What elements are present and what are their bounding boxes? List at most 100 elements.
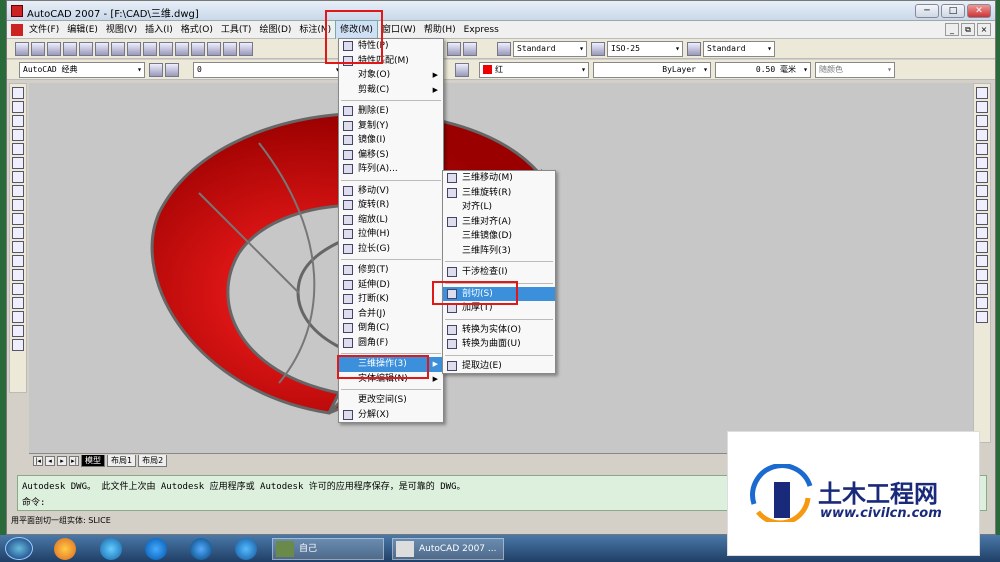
zoom-icon[interactable] [239,42,253,56]
rotate-icon[interactable] [976,171,988,183]
menu-view[interactable]: 视图(V) [102,21,141,39]
stretch-icon[interactable] [976,199,988,211]
pan-icon[interactable] [223,42,237,56]
menu-modify[interactable]: 修改(M) [335,19,378,40]
open-icon[interactable] [31,42,45,56]
insert-block-icon[interactable] [12,241,24,253]
layer-previous-icon[interactable] [455,63,469,77]
task-self[interactable]: 自己 [272,538,384,560]
chamfer-icon[interactable] [976,283,988,295]
publish-icon[interactable] [95,42,109,56]
cut-icon[interactable] [111,42,125,56]
color-select[interactable]: 红 [479,62,589,78]
circle-icon[interactable] [12,171,24,183]
tab-layout1[interactable]: 布局1 [107,454,137,467]
menu-item-convert-to-solid[interactable]: 转换为实体(O) [443,323,555,338]
mtext-icon[interactable] [12,339,24,351]
menu-item-align[interactable]: 对齐(L) [443,200,555,215]
menu-item-offset[interactable]: 偏移(S) [339,148,443,163]
first-tab-icon[interactable]: |◂ [33,455,43,466]
menu-item-3darray[interactable]: 三维阵列(3) [443,244,555,259]
maximize-button[interactable]: □ [941,4,965,18]
menu-item-break[interactable]: 打断(K) [339,292,443,307]
menu-item-chamfer[interactable]: 倒角(C) [339,321,443,336]
task-autocad[interactable]: AutoCAD 2007 ... [392,538,504,560]
menu-item-object[interactable]: 对象(O) ▶ [339,68,443,83]
construction-line-icon[interactable] [12,101,24,113]
menu-item-change-space[interactable]: 更改空间(S) [339,393,443,408]
trim-icon[interactable] [976,213,988,225]
menu-item-convert-to-surface[interactable]: 转换为曲面(U) [443,337,555,352]
menu-file[interactable]: 文件(F) [25,21,63,39]
hatch-icon[interactable] [12,283,24,295]
doc-close-button[interactable]: × [977,23,991,36]
extend-icon[interactable] [976,227,988,239]
tab-model[interactable]: 模型 [81,454,105,467]
menu-item-extract-edges[interactable]: 提取边(E) [443,359,555,374]
table-style-select[interactable]: Standard [703,41,775,57]
undo-icon[interactable] [191,42,205,56]
menu-item-lengthen[interactable]: 拉长(G) [339,242,443,257]
menu-item-scale[interactable]: 缩放(L) [339,213,443,228]
linetype-select[interactable]: ByLayer [593,62,711,78]
save-icon[interactable] [47,42,61,56]
dim-style-select[interactable]: ISO-25 [607,41,683,57]
calculator-icon[interactable] [447,42,461,56]
menu-item-join[interactable]: 合并(J) [339,307,443,322]
explode-icon[interactable] [976,311,988,323]
arc-icon[interactable] [12,157,24,169]
gradient-icon[interactable] [12,297,24,309]
spline-icon[interactable] [12,199,24,211]
block-icon[interactable] [175,42,189,56]
text-style-select[interactable]: Standard [513,41,587,57]
last-tab-icon[interactable]: ▸| [69,455,79,466]
polygon-icon[interactable] [12,129,24,141]
menu-item-move[interactable]: 移动(V) [339,184,443,199]
menu-dimension[interactable]: 标注(N) [295,21,335,39]
menu-item-3dmirror[interactable]: 三维镜像(D) [443,229,555,244]
menu-item-erase[interactable]: 删除(E) [339,104,443,119]
menu-item-3d-operations[interactable]: 三维操作(3) ▶ [339,357,443,372]
menu-item-properties[interactable]: 特性(P) [339,39,443,54]
next-tab-icon[interactable]: ▸ [57,455,67,466]
menu-item-interference[interactable]: 干涉检查(I) [443,265,555,280]
polyline-icon[interactable] [12,115,24,127]
chrome-icon[interactable] [54,538,76,560]
menu-window[interactable]: 窗口(W) [378,21,420,39]
join-icon[interactable] [976,269,988,281]
copy-object-icon[interactable] [976,101,988,113]
lineweight-select[interactable]: 0.50 毫米 [715,62,811,78]
player-icon[interactable] [235,538,257,560]
redo-icon[interactable] [207,42,221,56]
menu-item-stretch[interactable]: 拉伸(H) [339,227,443,242]
workspace-settings-icon[interactable] [149,63,163,77]
rectangle-icon[interactable] [12,143,24,155]
erase-icon[interactable] [976,87,988,99]
menu-item-3dmove[interactable]: 三维移动(M) [443,171,555,186]
layer-manager-icon[interactable] [165,63,179,77]
menu-item-explode[interactable]: 分解(X) [339,408,443,423]
menu-draw[interactable]: 绘图(D) [255,21,295,39]
menu-item-fillet[interactable]: 圆角(F) [339,336,443,351]
copy-icon[interactable] [127,42,141,56]
print-icon[interactable] [63,42,77,56]
menu-item-3drotate[interactable]: 三维旋转(R) [443,186,555,201]
tab-layout2[interactable]: 布局2 [138,454,168,467]
region-icon[interactable] [12,311,24,323]
fillet-icon[interactable] [976,297,988,309]
break-at-point-icon[interactable] [976,241,988,253]
doc-minimize-button[interactable]: _ [945,23,959,36]
ellipse-arc-icon[interactable] [12,227,24,239]
paste-icon[interactable] [143,42,157,56]
menu-edit[interactable]: 编辑(E) [63,21,102,39]
menu-item-extend[interactable]: 延伸(D) [339,278,443,293]
close-button[interactable]: ✕ [967,4,991,18]
menu-item-trim[interactable]: 修剪(T) [339,263,443,278]
array-icon[interactable] [976,143,988,155]
menu-item-solid-editing[interactable]: 实体编辑(N) ▶ [339,372,443,387]
command-prompt[interactable]: 命令: [22,495,45,508]
table-icon[interactable] [12,325,24,337]
menu-item-clip[interactable]: 剪裁(C) ▶ [339,83,443,98]
ellipse-icon[interactable] [12,213,24,225]
menu-item-mirror[interactable]: 镜像(I) [339,133,443,148]
